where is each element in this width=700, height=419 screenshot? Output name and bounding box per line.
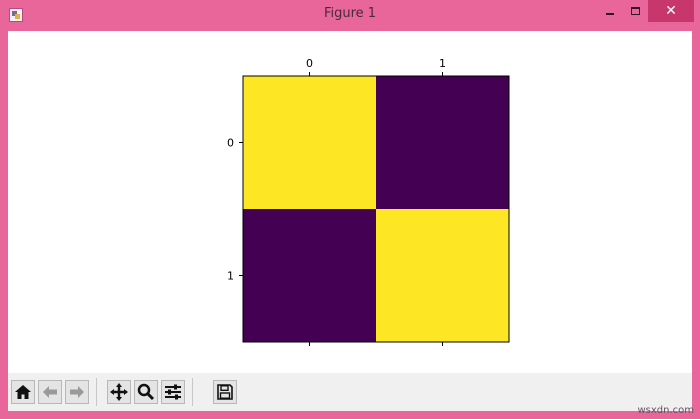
home-icon xyxy=(15,385,31,399)
heatmap-cell xyxy=(243,76,376,209)
navigation-toolbar xyxy=(8,373,692,411)
save-button[interactable] xyxy=(213,380,237,404)
y-tick-label: 0 xyxy=(227,137,234,150)
y-tick-label: 1 xyxy=(227,270,234,283)
zoom-button[interactable] xyxy=(134,380,158,404)
heatmap-cell xyxy=(376,209,509,342)
configure-subplots-button[interactable] xyxy=(161,380,185,404)
back-arrow-icon xyxy=(43,386,57,398)
forward-button[interactable] xyxy=(65,380,89,404)
pan-move-icon xyxy=(110,383,128,401)
watermark-text: wsxdn.com xyxy=(637,405,694,416)
toolbar-separator xyxy=(96,378,97,406)
configure-subplots-icon xyxy=(165,384,181,400)
figure-canvas[interactable]: 0 1 0 1 xyxy=(8,31,692,411)
window-title: Figure 1 xyxy=(323,6,377,21)
maximize-button[interactable] xyxy=(624,0,648,22)
heatmap-plot: 0 1 0 1 xyxy=(227,57,510,346)
title-bar: Figure 1 ✕ xyxy=(0,0,700,31)
forward-arrow-icon xyxy=(70,386,84,398)
heatmap-cell xyxy=(376,76,509,209)
toolbar-separator xyxy=(192,378,193,406)
pan-button[interactable] xyxy=(107,380,131,404)
minimize-button[interactable] xyxy=(596,0,624,22)
back-button[interactable] xyxy=(38,380,62,404)
x-tick-label: 0 xyxy=(306,57,313,70)
minimize-icon xyxy=(606,13,614,15)
home-button[interactable] xyxy=(11,380,35,404)
save-icon xyxy=(217,384,233,400)
maximize-icon xyxy=(631,7,640,15)
close-button[interactable]: ✕ xyxy=(648,0,694,22)
heatmap-cell xyxy=(243,209,376,342)
x-tick-label: 1 xyxy=(439,57,446,70)
zoom-icon xyxy=(137,383,155,401)
